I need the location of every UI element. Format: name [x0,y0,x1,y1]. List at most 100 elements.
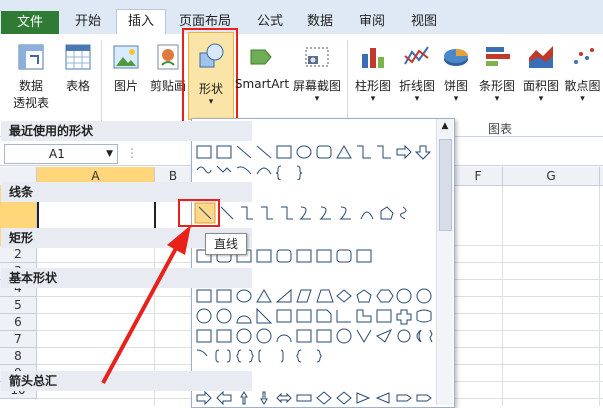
chevron-down-icon[interactable]: ▼ [106,145,113,163]
pie-chart-dropdown-arrow: ▾ [453,94,459,104]
vertical-textbox-icon [216,145,232,159]
group-charts-label: 图表 [487,122,512,136]
elbow-connector-shape-icon [261,206,273,220]
picture-button[interactable]: 图片 [106,42,146,94]
column-chart-dropdown-arrow: ▾ [370,94,376,104]
pivot-table-icon [18,44,44,70]
curve-shape-icon [360,211,374,220]
elbow-arrow-connector-icon [377,145,391,159]
picture-label: 图片 [113,79,138,93]
line-chart-button[interactable]: 折线图 ▾ [396,42,438,104]
group-separator [101,40,102,132]
row-header-2[interactable]: 2 [0,246,37,263]
dropdown-scrollbar[interactable]: ▲ [436,119,453,405]
clipart-icon [157,44,179,70]
elbow-arrow-icon [281,206,293,220]
area-chart-label: 面积图 [522,79,559,93]
scribble-icon [399,206,407,220]
basic-shapes-grid [196,288,433,363]
name-box[interactable]: A1 ▼ [4,144,118,164]
recent-shapes-row [196,144,432,180]
column-header-g[interactable]: G [503,167,600,185]
screenshot-label: 屏幕截图 [292,79,341,93]
right-arrow-icon [396,144,412,160]
pie-chart-label: 饼图 [443,79,468,93]
tab-home[interactable]: 开始 [62,10,114,34]
pivot-label-1: 数据 [18,79,43,93]
area-chart-icon [529,46,553,68]
rectangle-icon [276,145,292,159]
tab-review[interactable]: 审阅 [352,10,392,34]
curve-icon [236,166,252,175]
lightning-icon [216,165,232,173]
right-brace-icon [296,165,303,180]
scatter-chart-label: 散点图 [564,79,601,93]
tab-insert[interactable]: 插入 [116,9,166,36]
freeform-icon [380,206,394,220]
scatter-chart-button[interactable]: 散点图 ▾ [562,42,603,104]
line-chart-dropdown-arrow: ▾ [414,94,420,104]
name-box-value: A1 [49,147,65,161]
screenshot-icon [305,47,329,67]
tab-formulas[interactable]: 公式 [250,10,290,34]
bar-chart-dropdown-arrow: ▾ [494,94,500,104]
arrow-line-icon [256,145,272,159]
highlight-box-line-shape [178,199,220,227]
scrollbar-thumb[interactable] [439,139,452,231]
red-arrow-annotation [101,225,191,384]
down-arrow-icon [414,145,432,160]
smartart-icon [250,49,272,65]
column-chart-label: 柱形图 [354,79,391,93]
lines-row [194,202,407,224]
table-button[interactable]: 表格 [58,42,98,94]
highlight-box-shapes [182,28,238,124]
smartart-button[interactable]: SmartArt [234,42,290,91]
elbow-connector-icon [357,145,371,159]
row-header-6[interactable]: 6 [0,314,37,331]
cloud-icon [196,166,212,174]
recent-shapes-header: 最近使用的形状 [1,121,252,141]
arrows-row [196,391,432,406]
column-chart-button[interactable]: 柱形图 ▾ [352,42,394,104]
scatter-chart-icon [573,48,594,64]
bar-chart-icon [486,47,510,66]
oval-icon [296,145,312,159]
curved-connector-icon [299,206,311,220]
line-icon [236,145,252,159]
table-icon [65,44,91,70]
bar-chart-label: 条形图 [478,79,515,93]
pivot-label-2: 透视表 [12,96,49,110]
pivot-table-button[interactable]: 数据 透视表 [8,42,54,111]
pie-chart-icon [444,49,468,66]
left-brace-icon [275,165,282,180]
gridline [599,186,600,406]
tab-data[interactable]: 数据 [300,10,340,34]
table-label: 表格 [65,79,90,93]
scatter-chart-dropdown-arrow: ▾ [580,94,585,104]
smartart-label: SmartArt [234,77,290,91]
line-chart-label: 折线图 [398,79,435,93]
arc-icon [256,167,272,175]
scroll-up-icon[interactable]: ▲ [437,121,453,131]
arrow-line-shape-icon [220,206,234,220]
gridline [502,186,503,406]
row-header-8[interactable]: 8 [0,348,37,365]
column-chart-icon [362,48,384,68]
area-chart-dropdown-arrow: ▾ [538,94,544,104]
picture-icon [113,45,139,69]
bar-chart-button[interactable]: 条形图 ▾ [476,42,518,104]
textbox-icon [196,145,212,159]
screenshot-button[interactable]: 屏幕截图 ▾ [292,42,342,104]
formula-bar-divider: ⋮ [126,146,138,160]
tab-file[interactable]: 文件 [1,11,59,34]
area-chart-button[interactable]: 面积图 ▾ [520,42,562,104]
pie-chart-button[interactable]: 饼图 ▾ [438,42,474,104]
tab-view[interactable]: 视图 [404,10,444,34]
triangle-icon [336,145,352,159]
row-header-7[interactable]: 7 [0,331,37,348]
column-header-f[interactable]: F [454,167,503,185]
row-header-5[interactable]: 5 [0,297,37,314]
curved-double-arrow-icon [339,206,351,220]
screenshot-dropdown-arrow: ▾ [314,94,320,104]
curved-arrow-connector-icon [319,206,331,220]
